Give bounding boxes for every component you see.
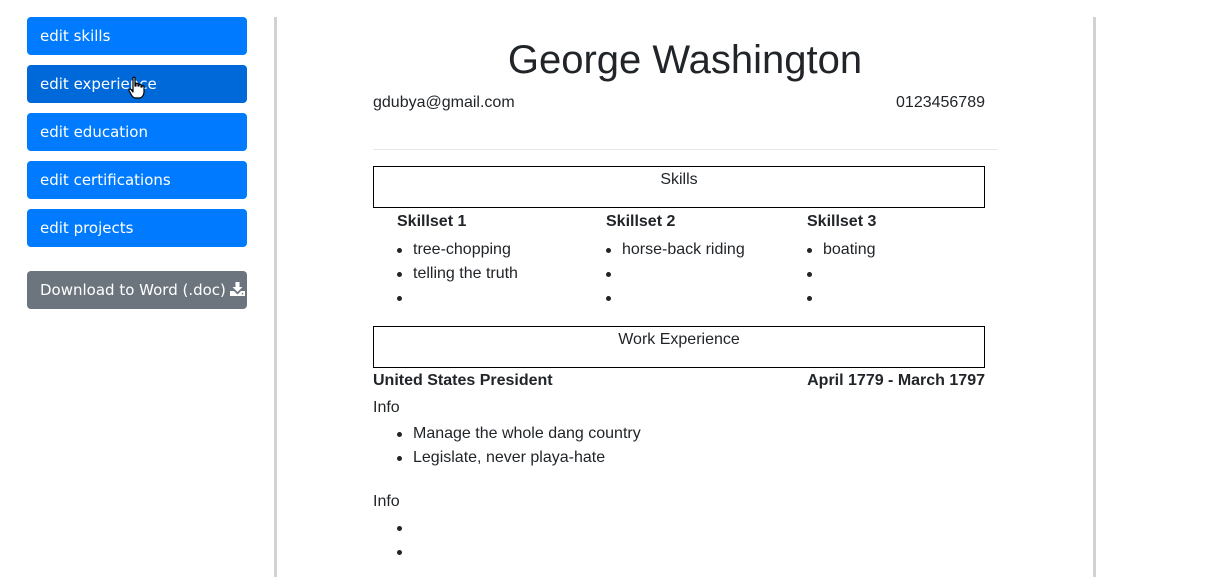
skill-item: telling the truth	[397, 262, 518, 286]
download-word-button[interactable]: Download to Word (.doc)	[27, 271, 247, 309]
skillset-column: Skillset 3 boating	[807, 212, 876, 310]
skill-item	[606, 262, 745, 286]
info-list: Manage the whole dang country Legislate,…	[397, 422, 641, 470]
skill-item: horse-back riding	[606, 238, 745, 262]
skill-item: boating	[807, 238, 876, 262]
resume-name: George Washington	[507, 38, 863, 82]
sidebar: edit skills edit experience edit educati…	[27, 17, 247, 319]
skillset-list: horse-back riding	[606, 238, 745, 310]
skillset-column: Skillset 2 horse-back riding	[606, 212, 745, 310]
experience-section-header: Work Experience	[373, 326, 985, 368]
skillset-title: Skillset 3	[807, 213, 877, 230]
info-item: Legislate, never playa-hate	[397, 446, 641, 470]
job-dates: April 1779 - March 1797	[807, 372, 985, 389]
skills-section-header: Skills	[373, 166, 985, 208]
skill-item	[807, 286, 876, 310]
edit-education-button[interactable]: edit education	[27, 113, 247, 151]
skill-item	[807, 262, 876, 286]
info-label: Info	[373, 399, 400, 416]
info-label: Info	[373, 493, 400, 510]
download-word-label: Download to Word (.doc)	[40, 281, 226, 299]
hand-pointer-cursor-icon	[128, 76, 145, 99]
job-title: United States President	[373, 372, 553, 389]
skill-item	[606, 286, 745, 310]
skillset-column: Skillset 1 tree-chopping telling the tru…	[397, 212, 518, 310]
skillset-list: tree-chopping telling the truth	[397, 238, 518, 310]
skill-item: tree-chopping	[397, 238, 518, 262]
info-list	[397, 516, 413, 564]
header-divider	[373, 149, 997, 150]
info-item	[397, 516, 413, 540]
info-item	[397, 540, 413, 564]
edit-certifications-button[interactable]: edit certifications	[27, 161, 247, 199]
skill-item	[397, 286, 518, 310]
edit-experience-button[interactable]: edit experience	[27, 65, 247, 103]
skillset-title: Skillset 1	[397, 213, 467, 230]
download-icon	[229, 282, 245, 296]
skillset-list: boating	[807, 238, 876, 310]
resume-phone: 0123456789	[896, 94, 985, 111]
edit-skills-button[interactable]: edit skills	[27, 17, 247, 55]
skills-section-title: Skills	[660, 171, 698, 188]
edit-projects-button[interactable]: edit projects	[27, 209, 247, 247]
info-item: Manage the whole dang country	[397, 422, 641, 446]
experience-section-title: Work Experience	[618, 331, 740, 348]
resume-email: gdubya@gmail.com	[373, 94, 515, 111]
skillset-title: Skillset 2	[606, 213, 676, 230]
